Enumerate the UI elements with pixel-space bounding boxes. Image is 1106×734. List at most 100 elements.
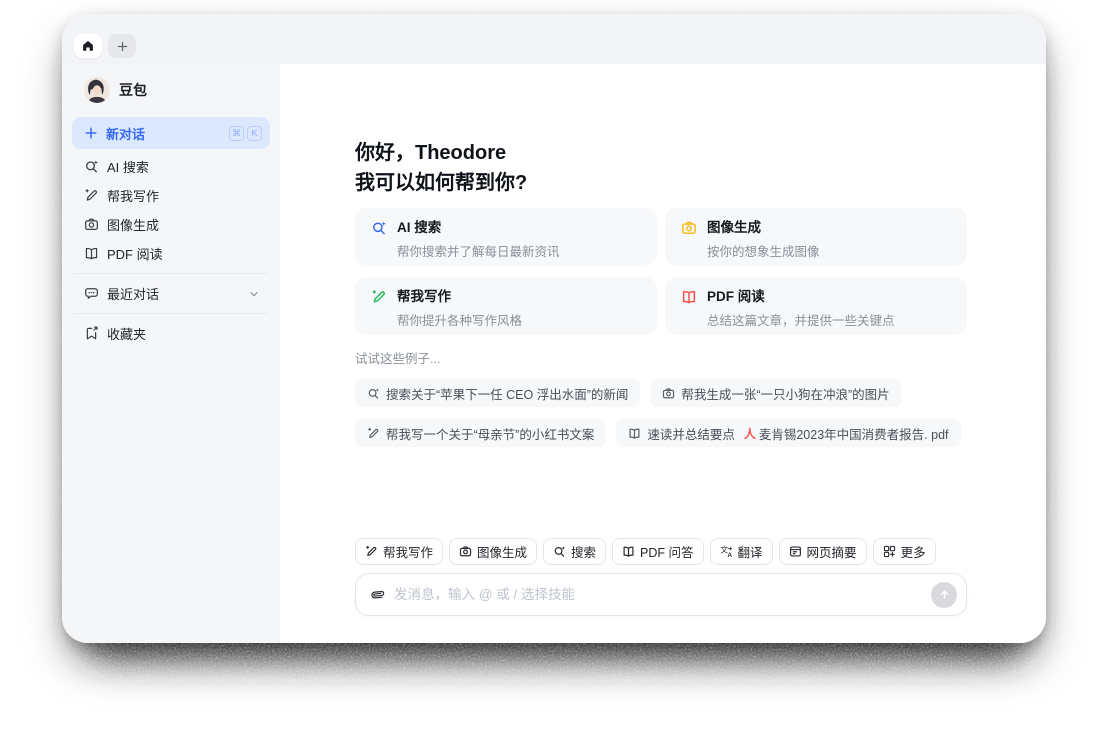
example-chip-summarize-pdf[interactable]: 速读并总结要点 人 麦肯锡2023年中国消费者报告. pdf bbox=[616, 419, 961, 447]
plus-icon bbox=[84, 126, 98, 140]
paperclip-icon[interactable] bbox=[370, 587, 385, 602]
composer-area: 帮我写作 图像生成 搜索 PDF 问答 文 A 翻译 网页摘要 更多 发消息，输… bbox=[355, 538, 967, 616]
example-chip-news[interactable]: 搜索关于“苹果下一任 CEO 浮出水面”的新闻 bbox=[355, 379, 641, 407]
arrow-up-icon bbox=[938, 588, 951, 601]
new-chat-button[interactable]: 新对话 ⌘ K bbox=[72, 117, 270, 149]
sidebar: 豆包 新对话 ⌘ K AI 搜索 帮我写作 图像生成 PDF 阅读 最近对话 收… bbox=[62, 64, 280, 643]
skill-label: 网页摘要 bbox=[806, 546, 857, 560]
profile-button[interactable]: 豆包 bbox=[72, 76, 270, 104]
svg-text:A: A bbox=[727, 552, 732, 558]
profile-name: 豆包 bbox=[119, 82, 147, 98]
skill-label: PDF 问答 bbox=[640, 546, 694, 560]
search-sparkle-icon bbox=[84, 159, 99, 174]
skill-bar: 帮我写作 图像生成 搜索 PDF 问答 文 A 翻译 网页摘要 更多 bbox=[355, 538, 967, 565]
example-row-2: 帮我写一个关于“母亲节”的小红书文案 速读并总结要点 人 麦肯锡2023年中国消… bbox=[355, 419, 1046, 447]
avatar bbox=[84, 77, 110, 103]
greeting-line1: 你好，Theodore bbox=[355, 142, 507, 164]
new-chat-label: 新对话 bbox=[106, 126, 146, 142]
skill-write[interactable]: 帮我写作 bbox=[355, 538, 444, 565]
pen-sparkle-icon bbox=[367, 427, 380, 440]
skill-translate[interactable]: 文 A 翻译 bbox=[709, 538, 773, 565]
search-sparkle-icon bbox=[371, 220, 388, 266]
plus-icon bbox=[116, 40, 129, 53]
sidebar-item-label: 图像生成 bbox=[107, 218, 160, 233]
new-tab-button[interactable] bbox=[108, 34, 136, 58]
sidebar-item-write[interactable]: 帮我写作 bbox=[72, 181, 270, 210]
card-pdf-read[interactable]: PDF 阅读 总结这篇文章，并提供一些关键点 bbox=[665, 277, 967, 335]
greeting-line2: 我可以如何帮到你? bbox=[355, 172, 528, 194]
sidebar-item-label: 收藏夹 bbox=[107, 327, 147, 342]
shortcut-badge: ⌘ K bbox=[229, 125, 262, 141]
card-desc: 按你的想象生成图像 bbox=[707, 245, 820, 259]
sidebar-item-ai-search[interactable]: AI 搜索 bbox=[72, 152, 270, 181]
camera-icon bbox=[681, 220, 698, 266]
sidebar-item-recent-chats[interactable]: 最近对话 bbox=[72, 279, 270, 308]
skill-pdf-qa[interactable]: PDF 问答 bbox=[612, 538, 704, 565]
card-ai-search[interactable]: AI 搜索 帮你搜索并了解每日最新资讯 bbox=[355, 208, 657, 266]
main-content: 你好，Theodore 我可以如何帮到你? AI 搜索 帮你搜索并了解每日最新资… bbox=[280, 64, 1046, 643]
example-chip-label: 帮我写一个关于“母亲节”的小红书文案 bbox=[386, 427, 595, 442]
example-row-1: 搜索关于“苹果下一任 CEO 浮出水面”的新闻 帮我生成一张“一只小狗在冲浪”的… bbox=[355, 379, 1046, 407]
cmd-key: ⌘ bbox=[229, 125, 244, 141]
message-composer bbox=[355, 573, 967, 616]
pdf-attachment: 人 麦肯锡2023年中国消费者报告. pdf bbox=[744, 424, 949, 443]
skill-web-summary[interactable]: 网页摘要 bbox=[778, 538, 867, 565]
divider bbox=[74, 273, 268, 274]
skill-more[interactable]: 更多 bbox=[872, 538, 936, 565]
desktop-background: 豆包 新对话 ⌘ K AI 搜索 帮我写作 图像生成 PDF 阅读 最近对话 收… bbox=[0, 0, 1106, 734]
pen-sparkle-icon bbox=[371, 289, 388, 335]
card-write[interactable]: 帮我写作 帮你提升各种写作风格 bbox=[355, 277, 657, 335]
more-grid-icon bbox=[883, 545, 896, 558]
examples-label: 试试这些例子... bbox=[355, 352, 441, 366]
example-chip-label: 速读并总结要点 bbox=[647, 427, 735, 442]
k-key: K bbox=[247, 125, 262, 141]
pen-sparkle-icon bbox=[365, 545, 378, 558]
send-button[interactable] bbox=[931, 581, 957, 608]
example-chip-dog-image[interactable]: 帮我生成一张“一只小狗在冲浪”的图片 bbox=[650, 379, 902, 407]
tab-home[interactable] bbox=[74, 34, 102, 58]
skill-label: 翻译 bbox=[737, 546, 763, 560]
skill-image-gen[interactable]: 图像生成 bbox=[449, 538, 538, 565]
sidebar-item-image-gen[interactable]: 图像生成 bbox=[72, 210, 270, 239]
card-title: 图像生成 bbox=[707, 220, 761, 235]
translate-icon: 文 A bbox=[720, 545, 733, 558]
skill-label: 图像生成 bbox=[477, 546, 528, 560]
example-chip-label: 帮我生成一张“一只小狗在冲浪”的图片 bbox=[681, 387, 890, 402]
sidebar-item-label: 最近对话 bbox=[107, 287, 160, 302]
sidebar-nav: AI 搜索 帮我写作 图像生成 PDF 阅读 bbox=[72, 152, 270, 268]
greeting: 你好，Theodore 我可以如何帮到你? bbox=[355, 138, 1046, 198]
sidebar-item-label: PDF 阅读 bbox=[107, 247, 163, 262]
pen-sparkle-icon bbox=[84, 188, 99, 203]
camera-icon bbox=[84, 217, 99, 232]
sidebar-item-label: 帮我写作 bbox=[107, 189, 160, 204]
card-desc: 总结这篇文章，并提供一些关键点 bbox=[707, 314, 895, 328]
book-icon bbox=[622, 545, 635, 558]
card-image-gen[interactable]: 图像生成 按你的想象生成图像 bbox=[665, 208, 967, 266]
chevron-down-icon bbox=[248, 288, 260, 300]
webpage-icon bbox=[789, 545, 802, 558]
skill-label: 更多 bbox=[900, 546, 926, 560]
book-icon bbox=[628, 427, 641, 440]
pdf-file-icon: 人 bbox=[743, 426, 756, 441]
card-desc: 帮你搜索并了解每日最新资讯 bbox=[397, 245, 560, 259]
card-title: AI 搜索 bbox=[397, 220, 442, 235]
card-desc: 帮你提升各种写作风格 bbox=[397, 314, 523, 328]
search-sparkle-icon bbox=[367, 387, 380, 400]
home-icon bbox=[81, 39, 95, 53]
camera-icon bbox=[459, 545, 472, 558]
message-input[interactable] bbox=[394, 587, 931, 602]
sidebar-item-label: AI 搜索 bbox=[107, 160, 149, 175]
sidebar-item-pdf-read[interactable]: PDF 阅读 bbox=[72, 239, 270, 268]
example-chip-label: 搜索关于“苹果下一任 CEO 浮出水面”的新闻 bbox=[386, 387, 629, 402]
card-title: 帮我写作 bbox=[397, 289, 451, 304]
book-icon bbox=[84, 246, 99, 261]
tab-bar bbox=[62, 14, 1046, 64]
card-title: PDF 阅读 bbox=[707, 289, 765, 304]
pdf-file-name: 麦肯锡2023年中国消费者报告. pdf bbox=[758, 427, 949, 442]
example-chip-xiaohongshu[interactable]: 帮我写一个关于“母亲节”的小红书文案 bbox=[355, 419, 607, 447]
book-icon bbox=[681, 289, 698, 335]
skill-label: 帮我写作 bbox=[383, 546, 434, 560]
sidebar-item-favorites[interactable]: 收藏夹 bbox=[72, 319, 270, 348]
skill-search[interactable]: 搜索 bbox=[543, 538, 607, 565]
skill-label: 搜索 bbox=[571, 546, 597, 560]
